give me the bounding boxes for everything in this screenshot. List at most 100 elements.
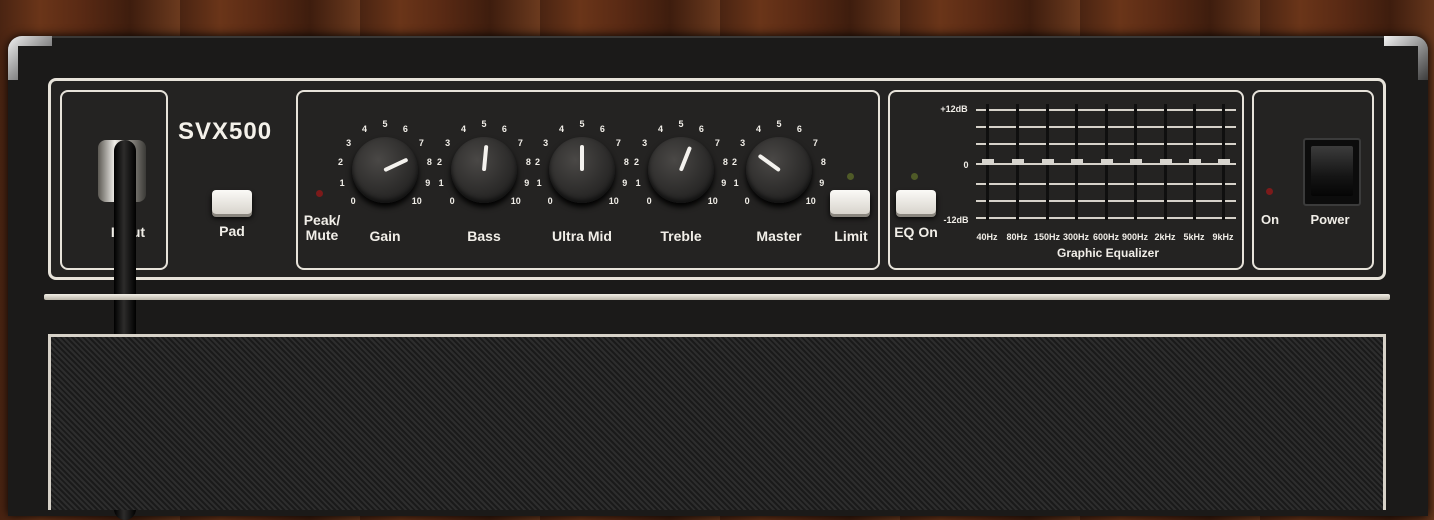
knob-scale-number: 10 [707, 195, 718, 206]
eq-band-label: 600Hz [1092, 232, 1120, 242]
power-rocker[interactable] [1311, 146, 1353, 196]
knob-scale-number: 3 [740, 137, 746, 148]
eq-slider-handle[interactable] [1160, 159, 1172, 165]
knob-pointer [678, 146, 693, 172]
knob-master[interactable] [746, 137, 812, 203]
knob-scale-number: 6 [402, 123, 408, 134]
knob-label: Treble [660, 228, 702, 244]
knob-label: Bass [467, 228, 501, 244]
knob-scale-number: 2 [634, 156, 640, 167]
trim-strip [44, 294, 1390, 300]
eq-slider-handle[interactable] [1189, 159, 1201, 165]
knob-scale-number: 10 [411, 195, 422, 206]
knob-scale-number: 8 [525, 156, 531, 167]
knob-scale-number: 7 [418, 137, 424, 148]
knob-scale-number: 9 [819, 177, 825, 188]
knob-bass[interactable] [451, 137, 517, 203]
knob-pointer [580, 145, 584, 171]
eq-on-button[interactable] [896, 190, 936, 214]
peak-mute-label: Peak/ Mute [303, 212, 341, 243]
knob-scale-number: 0 [350, 195, 356, 206]
eq-band-label: 40Hz [976, 232, 998, 242]
knob-treble[interactable] [648, 137, 714, 203]
model-name: SVX500 [178, 118, 273, 145]
limit-button[interactable] [830, 190, 870, 214]
knob-scale-number: 7 [812, 137, 818, 148]
knob-scale-number: 5 [776, 119, 782, 129]
knob-label: Ultra Mid [552, 228, 612, 244]
knob-scale-number: 9 [524, 177, 530, 188]
eq-slider-300Hz[interactable] [1071, 104, 1083, 220]
eq-slider-5kHz[interactable] [1189, 104, 1201, 220]
knob-scale-number: 0 [449, 195, 455, 206]
eq-section [888, 90, 1244, 270]
knob-scale-number: 9 [721, 177, 727, 188]
knob-scale-number: 8 [623, 156, 629, 167]
knob-pointer [757, 153, 781, 173]
knob-scale-number: 6 [698, 123, 704, 134]
eq-band-label: 150Hz [1033, 232, 1061, 242]
knob-scale-number: 8 [820, 156, 826, 167]
knob-scale-number: 10 [510, 195, 521, 206]
limit-led [847, 173, 854, 180]
knob-gain[interactable] [352, 137, 418, 203]
knob-scale-number: 8 [426, 156, 432, 167]
eq-slider-150Hz[interactable] [1042, 104, 1054, 220]
knob-scale-number: 2 [535, 156, 541, 167]
knob-scale-number: 5 [481, 119, 487, 129]
knob-pointer [383, 157, 409, 173]
eq-band-label: 300Hz [1062, 232, 1090, 242]
knob-scale-number: 5 [579, 119, 585, 129]
knob-scale-number: 3 [346, 137, 352, 148]
knob-scale-number: 3 [543, 137, 549, 148]
knob-scale-number: 9 [425, 177, 431, 188]
eq-slider-40Hz[interactable] [982, 104, 994, 220]
peak-mute-led [316, 190, 323, 197]
pad-label: Pad [219, 223, 245, 239]
knob-scale-number: 2 [437, 156, 443, 167]
knob-pointer [481, 144, 489, 172]
knob-scale-number: 1 [438, 177, 444, 188]
knob-scale-number: 3 [642, 137, 648, 148]
knob-scale-number: 6 [501, 123, 507, 134]
eq-slider-handle[interactable] [1218, 159, 1230, 165]
knob-scale-number: 4 [461, 123, 467, 134]
power-switch[interactable] [1303, 138, 1361, 206]
knob-scale-number: 7 [615, 137, 621, 148]
knob-scale-number: 8 [722, 156, 728, 167]
eq-slider-handle[interactable] [1071, 159, 1083, 165]
eq-slider-handle[interactable] [1012, 159, 1024, 165]
knob-scale-number: 5 [382, 119, 388, 129]
knob-label: Master [756, 228, 802, 244]
speaker-grille [48, 334, 1386, 510]
knob-scale-number: 2 [732, 156, 738, 167]
eq-slider-600Hz[interactable] [1101, 104, 1113, 220]
eq-slider-2kHz[interactable] [1160, 104, 1172, 220]
knob-scale-number: 5 [678, 119, 684, 129]
knob-ultra-mid[interactable] [549, 137, 615, 203]
eq-scale-top: +12dB [940, 104, 968, 114]
eq-slider-9kHz[interactable] [1218, 104, 1230, 220]
eq-slider-80Hz[interactable] [1012, 104, 1024, 220]
knob-scale-number: 4 [756, 123, 762, 134]
knob-scale-number: 2 [338, 156, 344, 167]
eq-band-label: 900Hz [1121, 232, 1149, 242]
pad-button[interactable] [212, 190, 252, 214]
eq-slider-900Hz[interactable] [1130, 104, 1142, 220]
knob-scale-number: 9 [622, 177, 628, 188]
eq-slider-handle[interactable] [982, 159, 994, 165]
eq-slider-handle[interactable] [1130, 159, 1142, 165]
knob-scale-number: 6 [796, 123, 802, 134]
power-led [1266, 188, 1273, 195]
knob-scale-number: 1 [536, 177, 542, 188]
knob-scale-number: 0 [547, 195, 553, 206]
eq-slider-handle[interactable] [1042, 159, 1054, 165]
knob-scale-number: 0 [744, 195, 750, 206]
knob-scale-number: 1 [339, 177, 345, 188]
eq-slider-handle[interactable] [1101, 159, 1113, 165]
knob-scale-number: 7 [714, 137, 720, 148]
knob-scale-number: 4 [559, 123, 565, 134]
on-label: On [1260, 212, 1280, 227]
knob-scale-number: 4 [362, 123, 368, 134]
knob-scale-number: 7 [517, 137, 523, 148]
